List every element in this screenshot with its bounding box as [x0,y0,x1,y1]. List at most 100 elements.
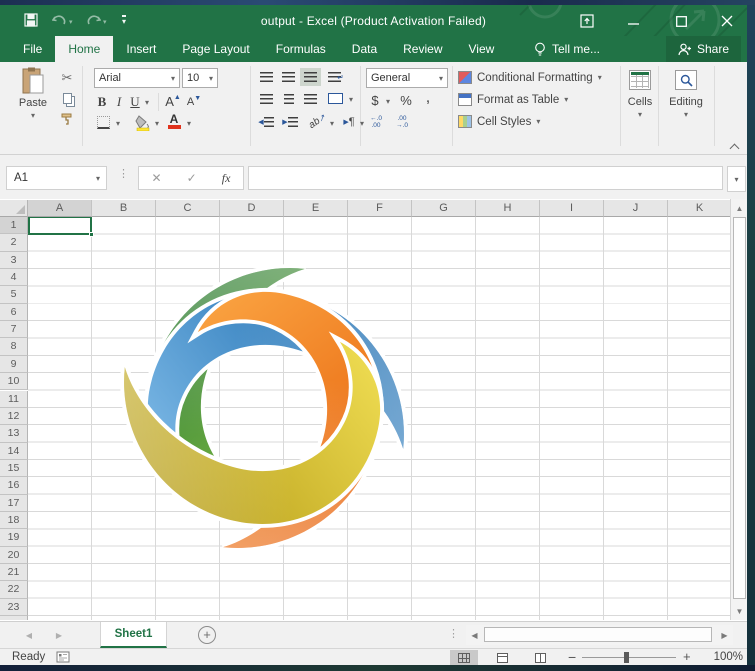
vertical-scrollbar[interactable]: ▲ ▼ [730,199,747,620]
text-direction-icon[interactable]: ▶¶ [340,114,358,129]
tab-insert[interactable]: Insert [113,36,169,62]
italic-button[interactable]: I [112,93,126,110]
row-header-9[interactable]: 9 [0,356,28,373]
row-header-22[interactable]: 22 [0,581,28,598]
close-button[interactable] [712,11,742,31]
vertical-scrollbar-thumb[interactable] [733,217,746,599]
editing-button[interactable]: Editing ▾ [662,70,710,119]
row-header-21[interactable]: 21 [0,564,28,581]
row-header-12[interactable]: 12 [0,408,28,425]
tab-file[interactable]: File [10,36,55,62]
cell-styles-button[interactable]: Cell Styles▾ [458,112,540,131]
font-color-icon[interactable]: A [166,112,182,131]
column-header-a[interactable]: A [28,200,92,217]
sheet-tab-sheet1[interactable]: Sheet1 [100,622,167,648]
macro-record-icon[interactable] [56,651,70,663]
borders-dropdown-icon[interactable]: ▾ [113,117,123,129]
column-header-i[interactable]: I [540,200,604,217]
format-as-table-button[interactable]: Format as Table▾ [458,90,568,109]
merge-center-dropdown-icon[interactable]: ▾ [346,93,356,105]
tab-review[interactable]: Review [390,36,455,62]
scroll-left-icon[interactable]: ◀ [468,629,481,641]
decrease-font-size-button[interactable]: A▼ [186,93,202,110]
fill-handle[interactable] [89,232,94,237]
previous-sheet-icon[interactable]: ◀ [22,629,36,641]
font-size-combo[interactable]: 10▾ [182,68,218,88]
share-button[interactable]: Share [666,36,741,62]
cut-icon[interactable]: ✂ [58,70,76,86]
swirl-logo-image[interactable] [118,262,410,554]
row-header-24[interactable]: 24 [0,616,28,620]
formula-input[interactable] [248,166,723,190]
row-header-14[interactable]: 14 [0,443,28,460]
borders-icon[interactable] [96,115,111,130]
row-header-11[interactable]: 11 [0,391,28,408]
row-header-7[interactable]: 7 [0,321,28,338]
name-box[interactable]: A1 ▾ [6,166,107,190]
orientation-icon[interactable]: ab↗ [304,108,329,133]
row-header-20[interactable]: 20 [0,547,28,564]
middle-align-icon[interactable] [280,70,297,84]
next-sheet-icon[interactable]: ▶ [52,629,66,641]
merge-center-icon[interactable] [326,91,344,106]
cancel-icon[interactable]: ✕ [152,171,162,185]
row-header-17[interactable]: 17 [0,495,28,512]
increase-font-size-button[interactable]: A▲ [164,92,182,110]
cells-button[interactable]: Cells ▾ [624,70,656,119]
selected-cell-a1[interactable] [28,216,92,235]
font-color-dropdown-icon[interactable]: ▾ [184,117,194,129]
enter-icon[interactable]: ✓ [187,171,197,185]
normal-view-button[interactable] [450,650,478,665]
row-header-8[interactable]: 8 [0,338,28,355]
decrease-indent-icon[interactable]: ◀ [256,114,276,129]
zoom-in-button[interactable]: + [683,649,691,664]
tabbar-resize-dots[interactable]: ⋮ [448,627,459,640]
column-header-j[interactable]: J [604,200,668,217]
text-direction-dropdown-icon[interactable]: ▾ [358,117,366,129]
increase-indent-icon[interactable]: ▶ [280,114,300,129]
column-header-h[interactable]: H [476,200,540,217]
comma-style-button[interactable]: , [422,90,434,106]
expand-formula-bar-button[interactable]: ▾ [727,166,746,192]
row-header-2[interactable]: 2 [0,234,28,251]
paste-button[interactable]: Paste ▾ [10,67,56,120]
orientation-dropdown-icon[interactable]: ▾ [327,117,337,129]
minimize-button[interactable] [618,11,648,31]
column-header-b[interactable]: B [92,200,156,217]
column-header-e[interactable]: E [284,200,348,217]
paste-dropdown-icon[interactable]: ▾ [31,111,35,120]
select-all-corner[interactable] [0,200,28,217]
tab-home[interactable]: Home [55,36,113,62]
align-right-icon[interactable] [302,92,319,106]
scroll-up-icon[interactable]: ▲ [731,201,748,215]
tab-data[interactable]: Data [339,36,390,62]
name-box-resize-dots[interactable]: ⋮ [118,167,129,180]
row-header-1[interactable]: 1 [0,217,28,234]
center-icon[interactable] [280,92,297,106]
page-break-view-button[interactable] [526,650,554,665]
wrap-text-icon[interactable]: ↵ [326,70,346,84]
row-header-16[interactable]: 16 [0,477,28,494]
tab-view[interactable]: View [456,36,508,62]
tab-tell-me[interactable]: Tell me... [534,36,600,62]
decrease-decimal-button[interactable]: .00 →.0 [392,114,412,130]
row-header-6[interactable]: 6 [0,304,28,321]
zoom-out-button[interactable]: − [568,649,576,665]
zoom-slider-thumb[interactable] [624,652,629,663]
column-header-c[interactable]: C [156,200,220,217]
page-layout-view-button[interactable] [488,650,516,665]
top-align-icon[interactable] [258,70,275,84]
conditional-formatting-button[interactable]: Conditional Formatting▾ [458,68,602,87]
insert-function-icon[interactable]: fx [222,171,231,186]
accounting-format-dropdown-icon[interactable]: ▾ [383,95,393,107]
zoom-slider-track[interactable] [582,657,676,658]
row-header-23[interactable]: 23 [0,599,28,616]
collapse-ribbon-icon[interactable] [726,140,742,152]
percent-style-button[interactable]: % [398,92,414,108]
maximize-button[interactable] [666,11,696,31]
row-header-19[interactable]: 19 [0,529,28,546]
row-header-10[interactable]: 10 [0,373,28,390]
format-painter-icon[interactable] [58,110,76,126]
column-header-g[interactable]: G [412,200,476,217]
underline-button[interactable]: U [128,93,142,110]
